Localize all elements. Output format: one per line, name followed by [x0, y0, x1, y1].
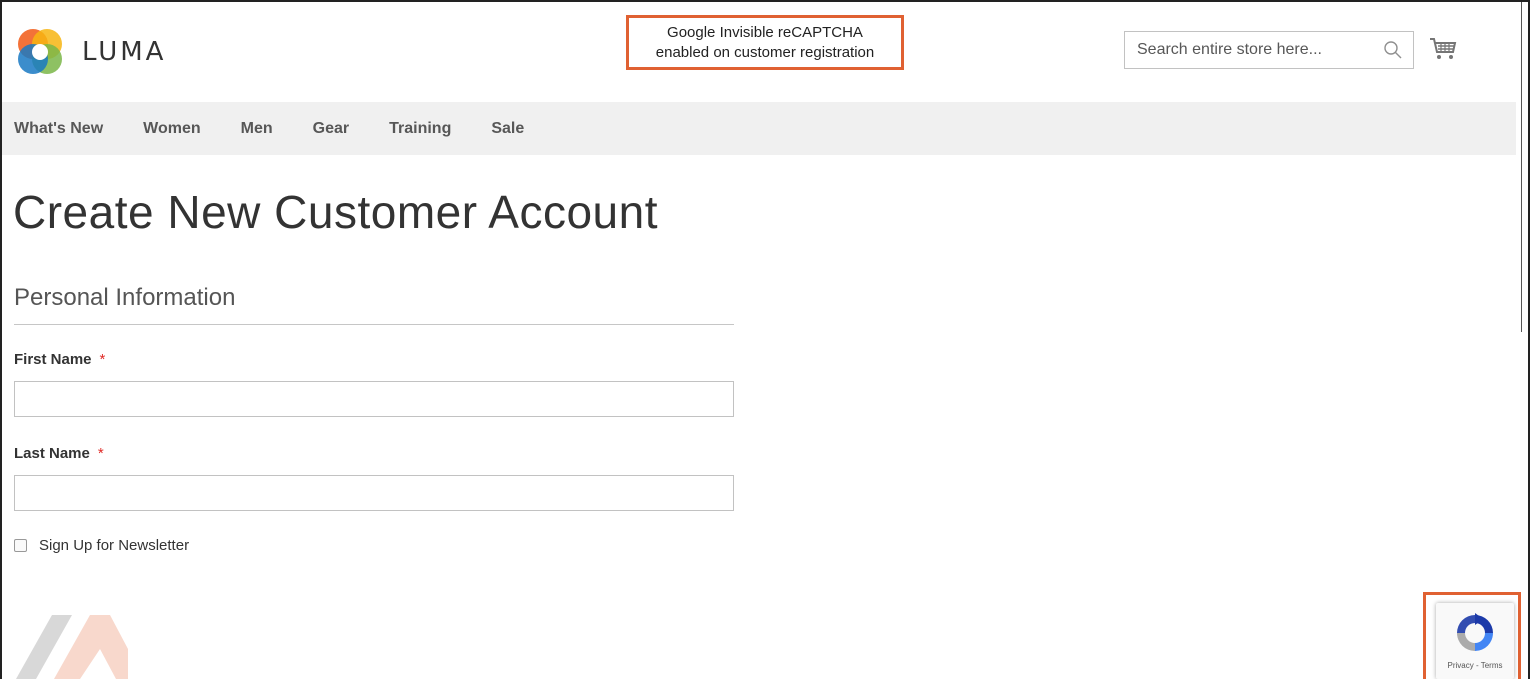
first-name-field[interactable] [15, 382, 733, 416]
page-title: Create New Customer Account [13, 186, 658, 238]
first-name-label-text: First Name [14, 351, 92, 368]
search-box [1124, 31, 1414, 69]
section-title: Personal Information [14, 284, 236, 311]
section-divider [14, 324, 734, 325]
nav-item-sale[interactable]: Sale [491, 120, 524, 138]
search-input[interactable] [1125, 32, 1365, 68]
cart-icon[interactable] [1428, 35, 1458, 65]
recaptcha-privacy-terms[interactable]: Privacy - Terms [1436, 661, 1514, 670]
watermark-logo-icon [16, 615, 128, 679]
store-logo[interactable]: LUMA [14, 26, 166, 78]
last-name-label: Last Name * [14, 445, 104, 462]
search-icon[interactable] [1383, 40, 1403, 60]
scrollbar[interactable] [1521, 2, 1522, 332]
required-marker: * [99, 351, 106, 368]
last-name-field[interactable] [15, 476, 733, 510]
nav-item-women[interactable]: Women [143, 120, 200, 138]
newsletter-option: Sign Up for Newsletter [14, 537, 189, 554]
nav-item-training[interactable]: Training [389, 120, 451, 138]
recaptcha-annotation: Google Invisible reCAPTCHA enabled on cu… [626, 15, 904, 70]
last-name-label-text: Last Name [14, 445, 90, 462]
annotation-line-1: Google Invisible reCAPTCHA [667, 24, 863, 41]
first-name-label: First Name * [14, 351, 105, 368]
logo-text: LUMA [82, 37, 167, 67]
nav-item-gear[interactable]: Gear [313, 120, 349, 138]
recaptcha-icon [1457, 613, 1493, 651]
nav-item-whats-new[interactable]: What's New [14, 120, 103, 138]
nav-item-men[interactable]: Men [241, 120, 273, 138]
luma-logo-icon [18, 29, 62, 74]
recaptcha-badge[interactable]: Privacy - Terms [1436, 603, 1514, 679]
newsletter-label[interactable]: Sign Up for Newsletter [39, 537, 189, 554]
first-name-field-wrapper [14, 381, 734, 417]
last-name-field-wrapper [14, 475, 734, 511]
main-navigation: What's New Women Men Gear Training Sale [2, 102, 1516, 155]
annotation-line-2: enabled on customer registration [655, 44, 875, 61]
required-marker: * [97, 445, 104, 462]
newsletter-checkbox[interactable] [14, 539, 27, 552]
